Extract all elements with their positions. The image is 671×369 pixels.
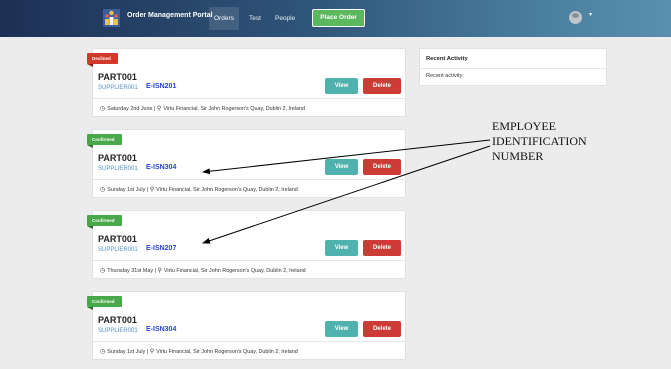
order-date: Sunday 1st July [107,349,146,355]
employee-id: E-ISN207 [146,245,177,252]
team-logo-icon[interactable] [103,9,120,27]
order-details: ◷ Sunday 1st July | ⚲ Virtu Financial, Sir… [100,349,298,355]
view-button[interactable]: View [325,321,358,337]
supplier-name: SUPPLIER001 [98,247,138,253]
top-navbar: Order Management Portal Orders Test Peop… [0,0,671,37]
nav-people[interactable]: People [270,7,300,30]
map-pin-icon: ⚲ [149,187,155,193]
card-divider [93,179,405,180]
order-location: Virtu Financial, Sir John Rogerson's Qua… [156,349,298,355]
clock-icon: ◷ [100,187,106,193]
annotation-line: EMPLOYEE [492,119,556,133]
order-details: ◷ Saturday 2nd June | ⚲ Virtu Financial, S… [100,106,305,112]
view-button[interactable]: View [325,78,358,94]
map-pin-icon: ⚲ [156,106,162,112]
card-divider [93,98,405,99]
order-date: Sunday 1st July [107,187,146,193]
delete-button[interactable]: Delete [363,159,401,175]
nav-orders[interactable]: Orders [209,7,239,30]
order-details: ◷ Thursday 31st May | ⚲ Virtu Financial, S… [100,268,306,274]
annotation-label: EMPLOYEE IDENTIFICATION NUMBER [492,119,587,164]
status-badge: Confirmed [87,296,122,310]
card-divider [93,260,405,261]
map-pin-icon: ⚲ [149,349,155,355]
annotation-line: IDENTIFICATION [492,134,587,148]
order-card: Confirmed PART001 SUPPLIER001 E-ISN304 V… [87,129,406,198]
employee-id: E-ISN304 [146,326,177,333]
recent-activity-text: Recent activity [426,73,463,79]
recent-activity-title: Recent Activity [426,56,468,62]
order-location: Virtu Financial, Sir John Rogerson's Qua… [163,268,306,274]
place-order-button[interactable]: Place Order [312,9,365,27]
status-badge: Confirmed [87,134,122,148]
supplier-name: SUPPLIER001 [98,328,138,334]
status-badge: Declined [87,53,118,67]
map-pin-icon: ⚲ [157,268,162,274]
view-button[interactable]: View [325,240,358,256]
delete-button[interactable]: Delete [363,78,401,94]
delete-button[interactable]: Delete [363,321,401,337]
order-card: Declined PART001 SUPPLIER001 E-ISN201 Vi… [87,48,406,117]
employee-id: E-ISN304 [146,164,177,171]
panel-divider [420,68,606,69]
part-name: PART001 [98,234,137,244]
order-card: Confirmed PART001 SUPPLIER001 E-ISN207 V… [87,210,406,279]
clock-icon: ◷ [100,349,106,355]
part-name: PART001 [98,72,137,82]
supplier-name: SUPPLIER001 [98,166,138,172]
order-details: ◷ Sunday 1st July | ⚲ Virtu Financial, Sir… [100,187,298,193]
order-location: Virtu Financial, Sir John Rogerson's Qua… [163,106,305,112]
chevron-down-icon[interactable]: ▾ [589,11,592,18]
supplier-name: SUPPLIER001 [98,85,138,91]
clock-icon: ◷ [100,268,106,274]
order-date: Saturday 2nd June [107,106,153,112]
card-divider [93,341,405,342]
status-badge: Confirmed [87,215,122,229]
view-button[interactable]: View [325,159,358,175]
nav-test[interactable]: Test [244,7,266,30]
clock-icon: ◷ [100,106,106,112]
delete-button[interactable]: Delete [363,240,401,256]
part-name: PART001 [98,153,137,163]
recent-activity-panel: Recent Activity Recent activity [419,48,607,86]
annotation-line: NUMBER [492,149,544,163]
brand-title[interactable]: Order Management Portal [127,12,213,19]
order-card: Confirmed PART001 SUPPLIER001 E-ISN304 V… [87,291,406,360]
order-location: Virtu Financial, Sir John Rogerson's Qua… [156,187,298,193]
user-avatar-icon[interactable] [569,11,582,24]
order-date: Thursday 31st May [107,268,154,274]
part-name: PART001 [98,315,137,325]
employee-id: E-ISN201 [146,83,177,90]
